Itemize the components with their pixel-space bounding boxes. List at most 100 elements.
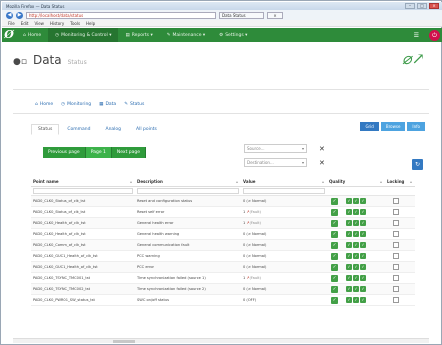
tab-command[interactable]: Command [60,124,97,135]
table-row[interactable]: PAD0_CLK0_Comm_of_clk_tst General commun… [31,240,415,251]
close-tab-button[interactable]: × [267,11,283,19]
point-name-filter-input[interactable] [33,188,133,194]
breadcrumb-status[interactable]: ✎ Status [124,102,144,107]
check-icon[interactable]: ✓ [353,198,359,204]
menu-help[interactable]: Help [86,21,95,26]
nav-monitoring[interactable]: ◷ Monitoring & Control ▾ [48,28,119,42]
lock-checkbox[interactable] [393,286,399,292]
menu-view[interactable]: View [34,21,44,26]
check-icon[interactable]: ✓ [346,220,352,226]
lock-checkbox[interactable] [393,253,399,259]
check-icon[interactable]: ✓ [353,264,359,270]
user-icon[interactable]: ☰ [414,32,419,39]
table-row[interactable]: PAD0_CLK0_GUC1_Health_of_clk_tst PCC err… [31,262,415,273]
breadcrumb-data[interactable]: ▦ Data [99,102,116,107]
lock-checkbox[interactable] [393,209,399,215]
clear-filter-icon[interactable]: ✕ [319,145,325,153]
description-filter-input[interactable] [137,188,239,194]
check-icon[interactable]: ✓ [346,275,352,281]
table-row[interactable]: PAD0_CLK0_GUC1_Health_of_clk_tst PCC war… [31,251,415,262]
table-row[interactable]: PAD0_CLK0_Status_of_clk_tst Reset self e… [31,207,415,218]
tab-status[interactable]: Status [31,124,60,135]
check-icon[interactable]: ✓ [346,209,352,215]
check-icon[interactable]: ✓ [353,242,359,248]
check-icon[interactable]: ✓ [353,209,359,215]
check-icon[interactable]: ✓ [353,275,359,281]
check-icon[interactable]: ✓ [360,242,366,248]
check-icon[interactable]: ✓ [353,231,359,237]
column-header-quality[interactable]: Quality ▴ [327,179,385,184]
nav-maintenance[interactable]: ✎ Maintenance ▾ [160,28,212,42]
check-icon[interactable]: ✓ [346,286,352,292]
breadcrumb-home[interactable]: ⌂ Home [35,102,53,107]
back-button[interactable]: ◀ [6,11,13,19]
menu-tools[interactable]: Tools [70,21,80,26]
table-row[interactable]: PAD0_CLK0_TSYNC_TMC001_tst Time synchron… [31,273,415,284]
lock-checkbox[interactable] [393,231,399,237]
column-header-value[interactable]: Value ▴ [241,179,327,184]
grid-view-button[interactable]: Grid [360,122,379,131]
lock-checkbox[interactable] [393,297,399,303]
check-icon[interactable]: ✓ [360,275,366,281]
check-icon[interactable]: ✓ [360,264,366,270]
destination-filter-select[interactable]: Destination... [244,158,307,167]
table-row[interactable]: PAD0_CLK0_Health_of_clk_tst General heal… [31,218,415,229]
column-header-description[interactable]: Description ▴ [135,179,241,184]
check-icon[interactable]: ✓ [360,286,366,292]
lock-checkbox[interactable] [393,242,399,248]
current-page[interactable]: Page 1 [85,147,112,158]
nav-reports[interactable]: ▤ Reports ▾ [118,28,159,42]
check-icon[interactable]: ✓ [331,263,338,271]
info-view-button[interactable]: Info [407,122,425,131]
lock-checkbox[interactable] [393,275,399,281]
refresh-button[interactable]: ↻ [412,159,423,170]
check-icon[interactable]: ✓ [331,274,338,282]
close-window-button[interactable]: × [429,3,439,9]
power-icon[interactable]: ⏻ [429,29,440,41]
check-icon[interactable]: ✓ [331,208,338,216]
check-icon[interactable]: ✓ [360,253,366,259]
nav-home[interactable]: ⌂ Home [16,28,48,42]
menu-edit[interactable]: Edit [21,21,29,26]
tab-analog[interactable]: Analog [98,124,128,135]
check-icon[interactable]: ✓ [346,264,352,270]
lock-checkbox[interactable] [393,198,399,204]
check-icon[interactable]: ✓ [331,252,338,260]
check-icon[interactable]: ✓ [360,209,366,215]
menu-history[interactable]: History [50,21,64,26]
table-row[interactable]: PAD0_CLK0_Health_of_clk_tst General heal… [31,229,415,240]
table-row[interactable]: PAD0_CLK0_TSYNC_TMC002_tst Time synchron… [31,284,415,295]
check-icon[interactable]: ✓ [346,231,352,237]
check-icon[interactable]: ✓ [353,297,359,303]
check-icon[interactable]: ✓ [331,197,338,205]
tab-all-points[interactable]: All points [129,124,164,135]
check-icon[interactable]: ✓ [360,231,366,237]
previous-page-button[interactable]: Previous page [43,147,86,158]
browser-tab[interactable]: Data Status [219,11,264,19]
forward-button[interactable]: ▶ [16,11,23,19]
check-icon[interactable]: ✓ [331,241,338,249]
check-icon[interactable]: ✓ [346,297,352,303]
check-icon[interactable]: ✓ [353,220,359,226]
lock-checkbox[interactable] [393,220,399,226]
check-icon[interactable]: ✓ [360,297,366,303]
check-icon[interactable]: ✓ [353,253,359,259]
table-row[interactable]: PAD0_CLK0_Status_of_clk_tst Reset and co… [31,196,415,207]
check-icon[interactable]: ✓ [346,253,352,259]
check-icon[interactable]: ✓ [331,230,338,238]
next-page-button[interactable]: Next page [111,147,147,158]
url-field[interactable]: http://localhost/data/status [26,11,216,19]
clear-filter-icon[interactable]: ✕ [319,159,325,167]
check-icon[interactable]: ✓ [353,286,359,292]
value-filter-input[interactable] [243,188,325,194]
check-icon[interactable]: ✓ [346,242,352,248]
maximize-button[interactable]: □ [417,3,427,9]
table-row[interactable]: PAD0_CLK0_PWR01_SW_status_tst SWC on/off… [31,295,415,306]
check-icon[interactable]: ✓ [331,296,338,304]
scrollbar-thumb[interactable] [113,340,135,343]
source-filter-select[interactable]: Source... [244,144,307,153]
minimize-button[interactable]: – [405,3,415,9]
check-icon[interactable]: ✓ [360,220,366,226]
check-icon[interactable]: ✓ [331,219,338,227]
check-icon[interactable]: ✓ [360,198,366,204]
